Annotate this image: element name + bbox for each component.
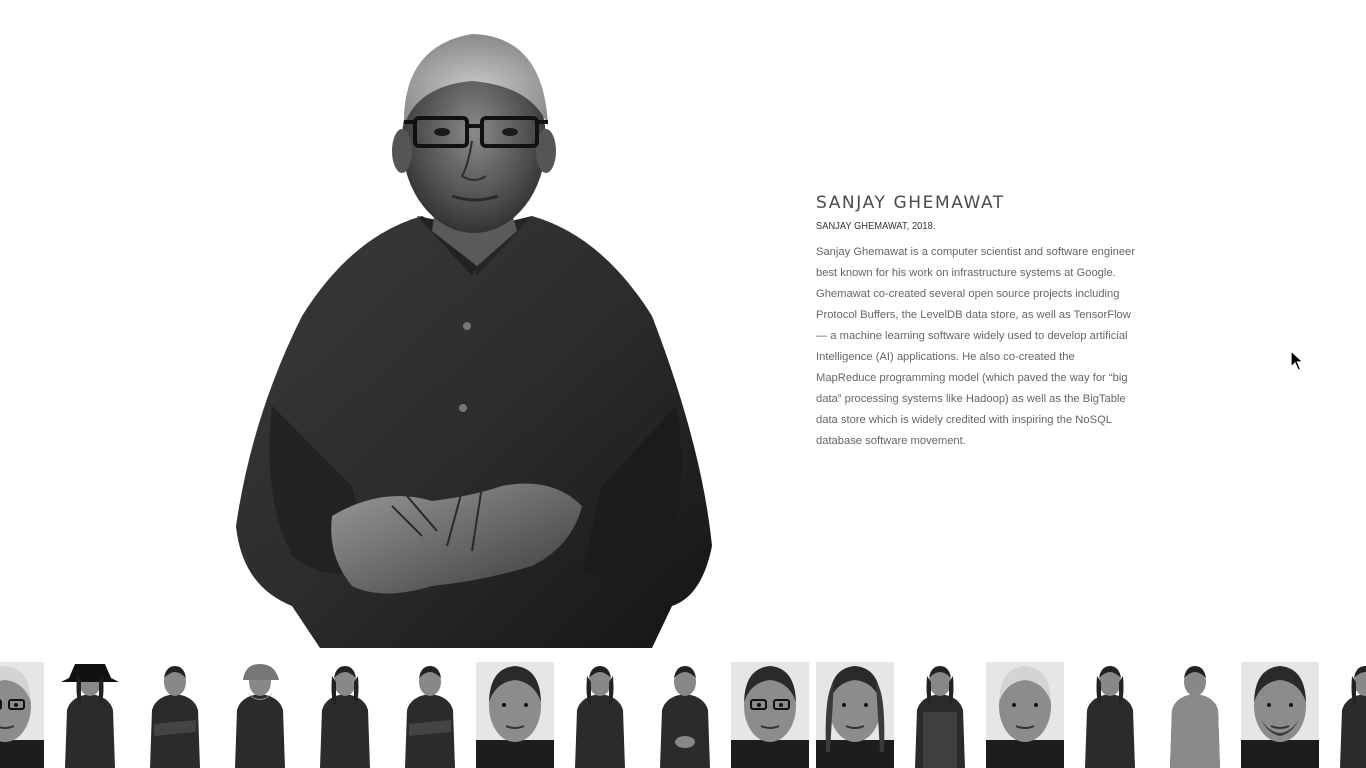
thumb-portrait-12[interactable]	[901, 662, 979, 768]
thumb-portrait-13[interactable]	[986, 662, 1064, 768]
thumb-portrait-5[interactable]	[306, 662, 384, 768]
thumb-portrait-2[interactable]	[51, 662, 129, 768]
bio-text: Sanjay Ghemawat is a computer scientist …	[816, 246, 1136, 447]
person-name: SANJAY GHEMAWAT	[816, 193, 1005, 213]
thumb-portrait-1[interactable]	[0, 662, 44, 768]
bio-panel: SANJAY GHEMAWAT SANJAY GHEMAWAT, 2018. S…	[816, 192, 1146, 452]
thumb-portrait-15[interactable]	[1156, 662, 1234, 768]
arrow-cursor-icon	[1290, 349, 1305, 372]
thumb-portrait-14[interactable]	[1071, 662, 1149, 768]
thumb-portrait-11[interactable]	[816, 662, 894, 768]
thumb-portrait-7[interactable]	[476, 662, 554, 768]
thumb-portrait-4[interactable]	[221, 662, 299, 768]
gallery-page: SANJAY GHEMAWAT SANJAY GHEMAWAT, 2018. S…	[0, 0, 1366, 768]
thumb-portrait-16[interactable]	[1241, 662, 1319, 768]
thumbnail-strip[interactable]	[0, 662, 1366, 768]
thumb-portrait-6[interactable]	[391, 662, 469, 768]
photo-caption: SANJAY GHEMAWAT, 2018.	[816, 221, 936, 232]
thumb-portrait-9[interactable]	[646, 662, 724, 768]
hero-portrait	[232, 26, 716, 648]
thumb-portrait-17[interactable]	[1326, 662, 1366, 768]
thumb-portrait-10[interactable]	[731, 662, 809, 768]
thumb-portrait-3[interactable]	[136, 662, 214, 768]
thumb-portrait-8[interactable]	[561, 662, 639, 768]
